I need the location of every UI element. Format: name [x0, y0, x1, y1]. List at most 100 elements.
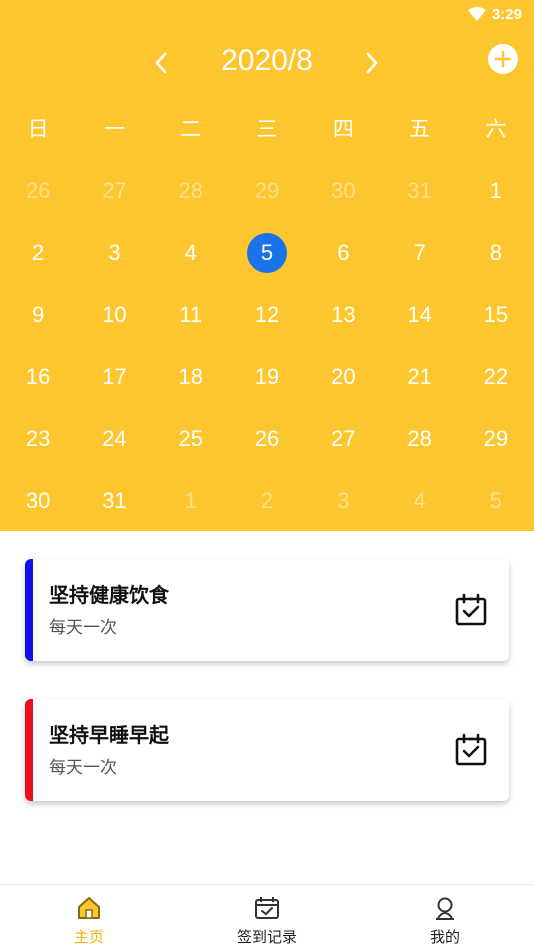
calendar-day[interactable]: 1	[153, 470, 229, 532]
day-number: 9	[32, 302, 45, 327]
calendar-day[interactable]: 3	[305, 470, 381, 532]
nav-label: 我的	[429, 928, 460, 946]
calendar-day[interactable]: 22	[458, 346, 534, 408]
weekday-label: 日	[27, 117, 49, 141]
prev-month-button[interactable]	[144, 46, 178, 80]
day-number: 15	[483, 302, 509, 327]
calendar-day[interactable]: 16	[0, 346, 76, 408]
habit-card-healthy-diet[interactable]: 坚持健康饮食 每天一次	[25, 559, 509, 661]
nav-item-mine[interactable]: 我的	[356, 885, 534, 949]
day-number: 11	[179, 302, 203, 327]
calendar-day[interactable]: 21	[381, 346, 457, 408]
next-month-button[interactable]	[355, 46, 389, 80]
add-habit-button[interactable]	[488, 44, 518, 74]
day-number: 25	[178, 426, 203, 451]
status-bar: 3:29	[467, 4, 522, 24]
calendar-check-icon	[255, 897, 279, 919]
weekday-label: 四	[332, 117, 354, 141]
calendar-day[interactable]: 6	[305, 222, 381, 284]
day-number: 4	[184, 240, 197, 265]
day-number: 29	[483, 426, 509, 451]
day-number: 20	[331, 364, 356, 389]
day-number: 4	[413, 488, 426, 513]
calendar-day[interactable]: 3	[76, 222, 152, 284]
calendar-day[interactable]: 28	[153, 160, 229, 222]
calendar-day[interactable]: 26	[229, 408, 305, 470]
calendar-check-in-icon[interactable]	[453, 732, 489, 768]
calendar-day[interactable]: 12	[229, 284, 305, 346]
day-number: 24	[102, 426, 127, 451]
month-navigator: 2020/8	[0, 40, 534, 86]
calendar-day[interactable]: 14	[381, 284, 457, 346]
day-number: 26	[254, 426, 280, 451]
calendar-day[interactable]: 30	[305, 160, 381, 222]
habit-card-early-sleep[interactable]: 坚持早睡早起 每天一次	[25, 699, 509, 801]
calendar-day[interactable]: 23	[0, 408, 76, 470]
day-number: 28	[178, 178, 203, 203]
habit-title: 坚持健康饮食	[49, 583, 169, 607]
calendar-day[interactable]: 19	[229, 346, 305, 408]
calendar-day[interactable]: 15	[458, 284, 534, 346]
calendar-day[interactable]: 29	[458, 408, 534, 470]
day-number: 16	[25, 364, 51, 389]
calendar-day[interactable]: 9	[0, 284, 76, 346]
habit-frequency: 每天一次	[49, 618, 117, 638]
calendar-day-selected[interactable]: 5	[229, 222, 305, 284]
day-number: 21	[407, 364, 432, 389]
habit-title: 坚持早睡早起	[49, 723, 169, 747]
calendar-day[interactable]: 24	[76, 408, 152, 470]
calendar-day[interactable]: 31	[76, 470, 152, 532]
habit-color-stripe	[25, 699, 33, 801]
calendar-day[interactable]: 2	[0, 222, 76, 284]
chevron-left-icon	[155, 52, 167, 74]
day-number: 14	[407, 302, 432, 327]
day-number: 2	[260, 488, 274, 513]
day-number: 31	[102, 488, 127, 513]
day-number: 19	[254, 364, 280, 389]
nav-label: 签到记录	[236, 928, 297, 946]
calendar-day[interactable]: 4	[153, 222, 229, 284]
calendar-day[interactable]: 26	[0, 160, 76, 222]
calendar-day[interactable]: 28	[381, 408, 457, 470]
calendar-day[interactable]: 20	[305, 346, 381, 408]
calendar-day[interactable]: 31	[381, 160, 457, 222]
calendar-day[interactable]: 13	[305, 284, 381, 346]
calendar-day[interactable]: 17	[76, 346, 152, 408]
plus-icon	[494, 50, 512, 68]
weekday-label: 五	[409, 117, 431, 141]
calendar-day[interactable]: 1	[458, 160, 534, 222]
weekday-label: 六	[485, 117, 507, 141]
day-number: 1	[489, 178, 503, 203]
day-number: 30	[25, 488, 51, 513]
habit-color-stripe	[25, 559, 33, 661]
calendar-day[interactable]: 29	[229, 160, 305, 222]
weekday-label: 二	[180, 117, 202, 141]
nav-item-check-in-records[interactable]: 签到记录	[178, 885, 356, 949]
calendar-day[interactable]: 30	[0, 470, 76, 532]
calendar-day[interactable]: 18	[153, 346, 229, 408]
calendar-day[interactable]: 8	[458, 222, 534, 284]
day-number: 13	[331, 302, 356, 327]
calendar-day[interactable]: 27	[305, 408, 381, 470]
day-number: 3	[108, 240, 121, 265]
weekday-header: 日一二三四五六	[0, 112, 534, 146]
weekday-label: 一	[103, 117, 125, 141]
calendar-day[interactable]: 11	[153, 284, 229, 346]
calendar-day[interactable]: 5	[458, 470, 534, 532]
calendar-check-in-icon[interactable]	[453, 592, 489, 628]
day-number: 30	[331, 178, 356, 203]
day-number: 23	[25, 426, 51, 451]
wifi-icon	[467, 7, 486, 21]
nav-item-home[interactable]: 主页	[0, 885, 178, 949]
calendar-day[interactable]: 10	[76, 284, 152, 346]
calendar-day[interactable]: 7	[381, 222, 457, 284]
day-number: 18	[178, 364, 203, 389]
calendar-day[interactable]: 2	[229, 470, 305, 532]
calendar-day[interactable]: 4	[381, 470, 457, 532]
calendar-day[interactable]: 25	[153, 408, 229, 470]
day-number: 12	[254, 302, 280, 327]
day-number: 7	[413, 240, 426, 265]
habit-frequency: 每天一次	[49, 758, 117, 778]
calendar-day[interactable]: 27	[76, 160, 152, 222]
day-number: 2	[32, 240, 45, 265]
